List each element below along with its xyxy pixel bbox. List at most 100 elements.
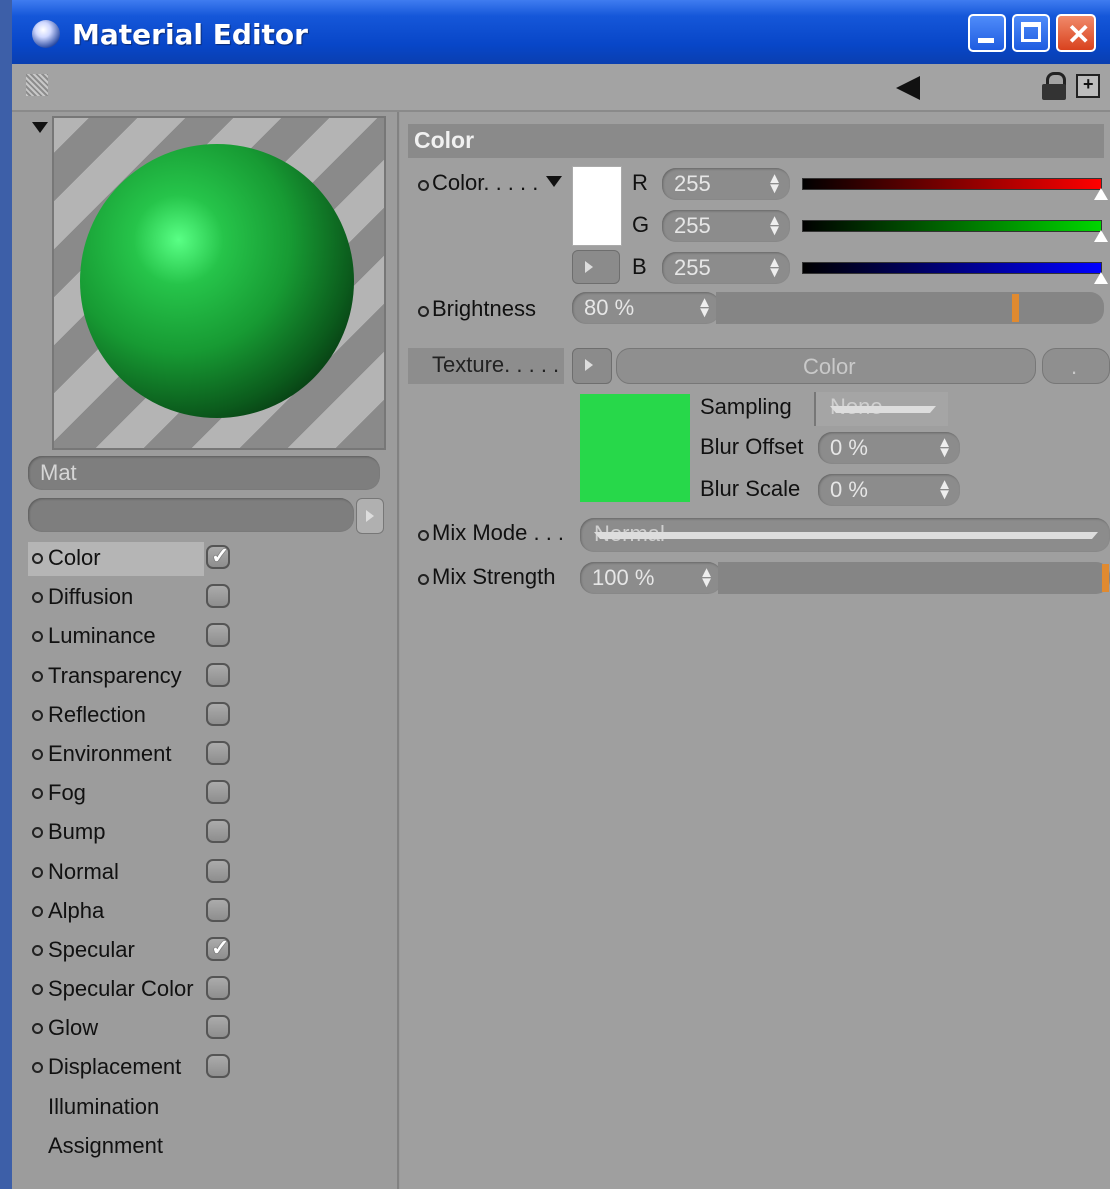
- channel-item[interactable]: Fog: [26, 775, 246, 814]
- blur-scale-input[interactable]: 0 % ▲ ▼: [818, 474, 960, 506]
- g-input[interactable]: 255 ▲ ▼: [662, 210, 790, 242]
- channel-item[interactable]: Diffusion: [26, 579, 246, 618]
- color-swatch[interactable]: [572, 166, 622, 246]
- maximize-button[interactable]: [1012, 14, 1050, 52]
- channel-checkbox[interactable]: [206, 780, 230, 805]
- b-slider-knob[interactable]: [1094, 272, 1108, 284]
- channel-item[interactable]: Environment: [26, 736, 246, 775]
- channel-anim-dot[interactable]: [32, 984, 43, 996]
- texture-name-field[interactable]: Color: [616, 348, 1036, 384]
- grip-icon[interactable]: [26, 74, 48, 96]
- mix-mode-dropdown[interactable]: Normal: [580, 518, 1110, 552]
- color-label: Color. . . . .: [432, 170, 539, 195]
- channel-checkbox[interactable]: ✓: [206, 934, 230, 961]
- mix-strength-slider[interactable]: [718, 562, 1110, 594]
- channel-anim-dot[interactable]: [32, 866, 43, 878]
- brightness-slider-marker[interactable]: [1012, 294, 1020, 322]
- material-preview[interactable]: [52, 116, 386, 450]
- channel-anim-dot[interactable]: [32, 631, 43, 643]
- g-slider[interactable]: [802, 220, 1102, 232]
- panel-item[interactable]: Illumination: [26, 1089, 246, 1128]
- channel-label: Bump: [48, 819, 106, 845]
- channel-item[interactable]: Displacement: [26, 1049, 246, 1088]
- texture-options-button[interactable]: .: [1042, 348, 1110, 384]
- link-arrow-button[interactable]: [356, 498, 384, 534]
- channel-item[interactable]: Specular Color: [26, 971, 246, 1010]
- texture-menu-button[interactable]: [572, 348, 612, 384]
- section-title: Color: [414, 127, 475, 153]
- channel-anim-dot[interactable]: [32, 553, 43, 564]
- channel-checkbox[interactable]: [206, 858, 230, 883]
- channel-checkbox[interactable]: [206, 701, 230, 726]
- channel-item[interactable]: Normal: [26, 854, 246, 893]
- blur-scale-label: Blur Scale: [700, 476, 801, 501]
- channel-anim-dot[interactable]: [32, 1023, 43, 1035]
- channel-checkbox[interactable]: [206, 1015, 230, 1040]
- r-slider-knob[interactable]: [1094, 188, 1108, 200]
- texture-preview[interactable]: [580, 394, 690, 502]
- channel-item[interactable]: Transparency: [26, 658, 246, 697]
- color-picker-button[interactable]: [572, 250, 620, 284]
- panel-item[interactable]: Assignment: [26, 1128, 246, 1167]
- channel-anim-dot[interactable]: [32, 1062, 43, 1074]
- channel-item[interactable]: Specular ✓: [26, 932, 246, 971]
- mix-strength-slider-marker[interactable]: [1102, 564, 1109, 592]
- material-editor-window: Material Editor ✕ + Mat Color ✓ Diffusion L…: [12, 0, 1110, 1189]
- channel-checkbox[interactable]: [206, 584, 230, 609]
- color-anim-dot[interactable]: [418, 180, 429, 191]
- channel-checkbox[interactable]: ✓: [206, 543, 230, 569]
- mix-mode-anim-dot[interactable]: [418, 530, 429, 541]
- new-window-icon[interactable]: +: [1076, 74, 1100, 98]
- channel-checkbox[interactable]: [206, 740, 230, 765]
- mix-strength-input[interactable]: 100 % ▲ ▼: [580, 562, 722, 594]
- material-link-field[interactable]: [28, 498, 354, 532]
- blur-offset-input[interactable]: 0 % ▲ ▼: [818, 432, 960, 464]
- channel-label: Displacement: [48, 1054, 182, 1080]
- channel-checkbox[interactable]: [206, 662, 230, 687]
- sampling-dropdown[interactable]: None: [814, 392, 948, 426]
- channel-anim-dot[interactable]: [32, 748, 43, 760]
- channel-anim-dot[interactable]: [32, 944, 43, 956]
- channel-item[interactable]: Glow: [26, 1010, 246, 1049]
- minimize-button[interactable]: [968, 14, 1006, 52]
- channel-checkbox[interactable]: [206, 623, 230, 648]
- brightness-anim-dot[interactable]: [418, 306, 429, 317]
- preview-menu-icon[interactable]: [32, 122, 48, 133]
- channel-checkbox[interactable]: [206, 819, 230, 844]
- channel-checkbox[interactable]: [206, 897, 230, 922]
- brightness-slider[interactable]: [716, 292, 1104, 324]
- channel-anim-dot[interactable]: [32, 788, 43, 800]
- channel-item[interactable]: Color ✓: [26, 540, 246, 579]
- texture-label-box: Texture. . . . .: [408, 348, 564, 384]
- g-slider-knob[interactable]: [1094, 230, 1108, 242]
- channel-item[interactable]: Luminance: [26, 618, 246, 657]
- channel-label: Alpha: [48, 897, 105, 923]
- channel-anim-dot[interactable]: [32, 592, 43, 604]
- brightness-label: Brightness: [432, 296, 536, 321]
- channel-anim-dot[interactable]: [32, 827, 43, 839]
- b-input[interactable]: 255 ▲ ▼: [662, 252, 790, 284]
- channel-item[interactable]: Alpha: [26, 893, 246, 932]
- checkmark-icon: ✓: [211, 934, 230, 960]
- channel-item[interactable]: Bump: [26, 814, 246, 853]
- channel-item[interactable]: Reflection: [26, 697, 246, 736]
- channel-anim-dot[interactable]: [32, 709, 43, 721]
- b-label: B: [632, 254, 647, 279]
- r-input[interactable]: 255 ▲ ▼: [662, 168, 790, 200]
- brightness-input[interactable]: 80 % ▲ ▼: [572, 292, 720, 324]
- mix-strength-anim-dot[interactable]: [418, 574, 429, 585]
- channel-checkbox[interactable]: [206, 976, 230, 1001]
- title-bar[interactable]: Material Editor ✕: [12, 0, 1110, 64]
- color-menu-icon[interactable]: [546, 176, 562, 187]
- r-slider[interactable]: [802, 178, 1102, 190]
- b-slider[interactable]: [802, 262, 1102, 274]
- material-name-field[interactable]: Mat: [28, 456, 380, 490]
- close-button[interactable]: ✕: [1056, 14, 1096, 52]
- channel-anim-dot[interactable]: [32, 670, 43, 682]
- back-arrow-icon[interactable]: [896, 76, 920, 100]
- channel-label: Reflection: [48, 701, 146, 727]
- lock-icon[interactable]: [1042, 72, 1066, 100]
- channel-label: Luminance: [48, 623, 156, 649]
- channel-anim-dot[interactable]: [32, 905, 43, 917]
- channel-checkbox[interactable]: [206, 1054, 230, 1079]
